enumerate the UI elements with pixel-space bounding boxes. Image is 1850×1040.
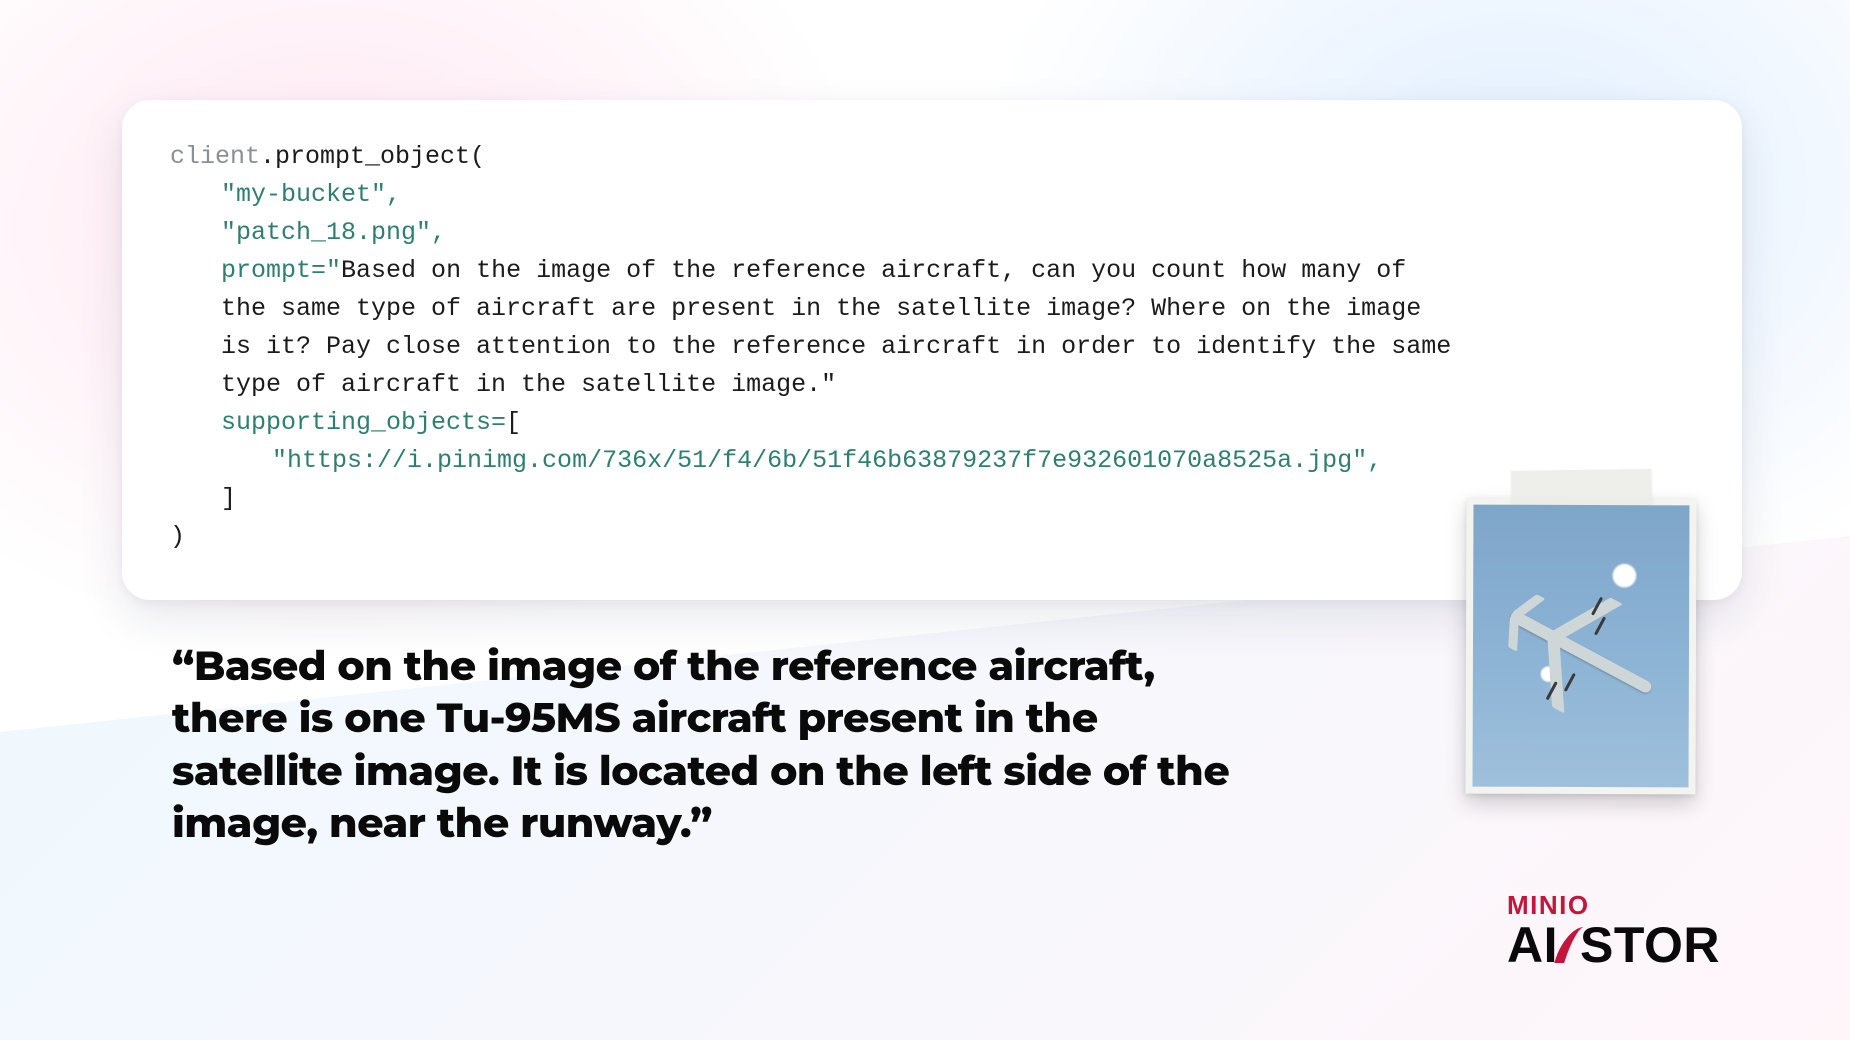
code-prompt-l3: is it? Pay close attention to the refere… bbox=[221, 332, 1451, 361]
code-supporting-url: "https://i.pinimg.com/736x/51/f4/6b/51f4… bbox=[272, 446, 1382, 475]
code-block: client.prompt_object( "my-bucket", "patch… bbox=[170, 138, 1694, 556]
photo-paper bbox=[1465, 498, 1696, 795]
code-prompt-kw: prompt= bbox=[221, 256, 326, 285]
code-supporting-close: ] bbox=[221, 484, 236, 513]
logo-minio: MINIO bbox=[1507, 892, 1720, 918]
brand-logo: MINIO AI STOR bbox=[1507, 892, 1720, 970]
code-call-close: ) bbox=[170, 522, 185, 551]
code-arg-file: "patch_18.png", bbox=[221, 218, 446, 247]
tape-icon bbox=[1511, 469, 1651, 507]
code-client-var: client bbox=[170, 142, 260, 171]
code-prompt-open: " bbox=[326, 256, 341, 285]
swoosh-icon bbox=[1560, 927, 1578, 963]
code-prompt-l1: Based on the image of the reference airc… bbox=[341, 256, 1406, 285]
code-prompt-l4: type of aircraft in the satellite image.… bbox=[221, 370, 836, 399]
aircraft-image bbox=[1473, 505, 1690, 788]
code-prompt-l2: the same type of aircraft are present in… bbox=[221, 294, 1421, 323]
logo-ai: AI bbox=[1507, 920, 1558, 970]
code-method: .prompt_object( bbox=[260, 142, 485, 171]
logo-aistor: AI STOR bbox=[1507, 920, 1720, 970]
aircraft-silhouette-icon bbox=[1509, 609, 1654, 694]
code-supporting-open: [ bbox=[506, 408, 521, 437]
logo-stor: STOR bbox=[1580, 920, 1720, 970]
result-quote: “Based on the image of the reference air… bbox=[172, 640, 1232, 850]
code-supporting-kw: supporting_objects= bbox=[221, 408, 506, 437]
code-arg-bucket: "my-bucket", bbox=[221, 180, 401, 209]
reference-photo bbox=[1465, 498, 1696, 795]
